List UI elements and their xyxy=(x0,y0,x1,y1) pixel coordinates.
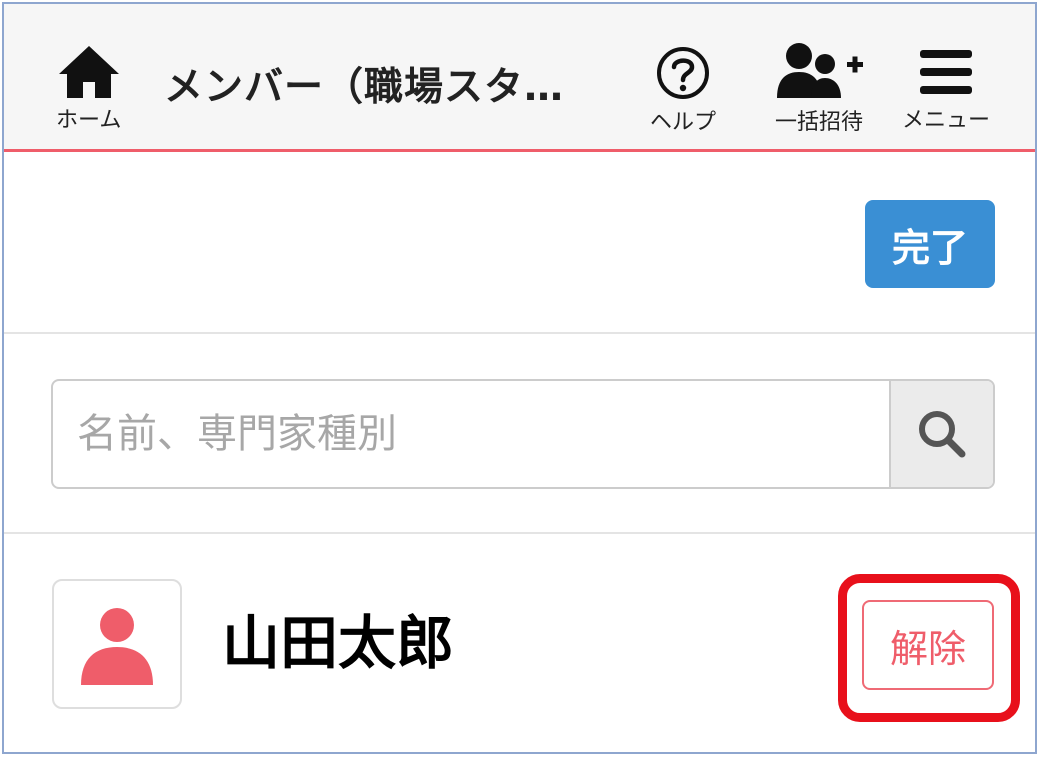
action-bar: 完了 xyxy=(4,152,1035,334)
menu-button[interactable]: メニュー xyxy=(902,44,990,134)
help-label: ヘルプ xyxy=(650,110,717,135)
avatar xyxy=(52,579,182,709)
home-button[interactable]: ホーム xyxy=(56,44,121,134)
app-frame: ホーム メンバー（職場スタ… ヘルプ 一括招待 メニュー 完了 名前、専門家種別… xyxy=(2,2,1037,754)
menu-label: メニュー xyxy=(902,108,991,133)
release-button[interactable]: 解除 xyxy=(862,600,994,690)
header-bar: ホーム メンバー（職場スタ… ヘルプ 一括招待 メニュー xyxy=(4,4,1035,152)
hamburger-icon xyxy=(920,50,972,94)
user-icon xyxy=(81,608,153,685)
done-button[interactable]: 完了 xyxy=(865,200,995,288)
search-section xyxy=(4,334,1035,534)
bulk-invite-label: 一括招待 xyxy=(774,110,863,135)
search-icon xyxy=(919,411,966,458)
page-title: メンバー（職場スタ… xyxy=(164,65,565,110)
search-box xyxy=(51,379,995,489)
member-name: 山田太郎 xyxy=(222,609,455,677)
home-label: ホーム xyxy=(56,108,122,133)
users-plus-icon xyxy=(777,43,863,98)
search-button[interactable] xyxy=(889,381,993,487)
bulk-invite-button[interactable]: 一括招待 xyxy=(769,40,869,136)
search-input[interactable] xyxy=(53,381,889,487)
list-item: 山田太郎 解除 xyxy=(4,534,1035,752)
help-button[interactable]: ヘルプ xyxy=(650,46,716,136)
question-circle-icon xyxy=(657,47,709,99)
home-icon xyxy=(58,46,119,98)
